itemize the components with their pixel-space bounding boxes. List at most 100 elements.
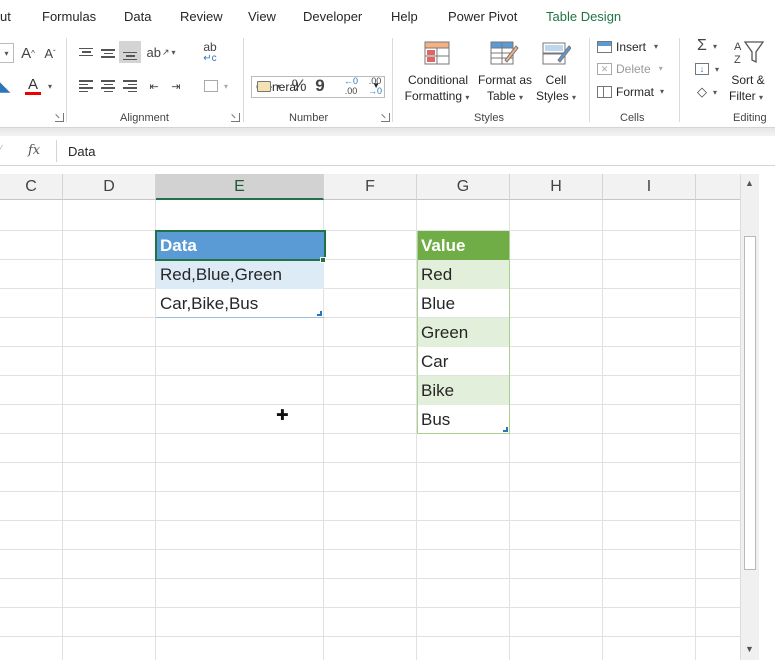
cells-group-label: Cells xyxy=(620,112,645,124)
worksheet-grid[interactable]: C D E F G H I Data Red,Blue,Green Car,Bi… xyxy=(0,174,740,660)
vertical-scrollbar[interactable]: ▲ ▼ xyxy=(740,174,759,660)
insert-function-icon[interactable]: fx xyxy=(28,143,40,158)
table2-border xyxy=(417,231,418,434)
top-align-icon[interactable] xyxy=(77,43,95,61)
shrink-font-icon[interactable]: Aˇ xyxy=(40,43,60,63)
insert-label: Insert xyxy=(616,39,647,54)
font-size-dropdown[interactable]: ▾ xyxy=(0,43,14,63)
tab-power-pivot[interactable]: Power Pivot xyxy=(448,9,517,24)
svg-text:Z: Z xyxy=(734,54,741,65)
gridline xyxy=(62,200,63,660)
tab-developer[interactable]: Developer xyxy=(303,9,362,24)
format-as-table-button[interactable]: Table ▾ xyxy=(480,88,530,106)
bottom-align-icon[interactable] xyxy=(119,41,141,63)
column-header-g[interactable]: G xyxy=(417,174,510,200)
increase-indent-icon[interactable]: ⇥ xyxy=(167,77,185,95)
active-cell-selection[interactable] xyxy=(155,230,326,261)
percent-style-icon[interactable]: % xyxy=(290,76,308,95)
conditional-formatting-button[interactable]: Formatting ▾ xyxy=(400,88,474,106)
gridline xyxy=(0,317,740,318)
column-header-j[interactable] xyxy=(696,174,740,200)
column-header-f[interactable]: F xyxy=(324,174,417,200)
tab-formulas[interactable]: Formulas xyxy=(42,9,96,24)
cell-styles-icon[interactable] xyxy=(540,39,572,67)
format-as-table-icon[interactable] xyxy=(487,39,521,67)
format-cells-button[interactable]: Format ▾ xyxy=(597,83,669,100)
scroll-up-icon[interactable]: ▲ xyxy=(745,178,754,188)
table1-row-cell[interactable]: Car,Bike,Bus xyxy=(156,289,324,318)
grow-font-icon[interactable]: A ^ xyxy=(18,43,38,63)
font-color-dropdown[interactable]: ▾ xyxy=(45,79,55,93)
name-box-chevron-icon[interactable]: ⁄ xyxy=(0,144,2,155)
format-as-table-label-2: Table xyxy=(486,89,516,103)
autosum-icon[interactable]: Σ ▾ xyxy=(689,37,725,55)
decrease-indent-icon[interactable]: ⇤ xyxy=(145,77,163,95)
wrap-text-icon[interactable]: ab ↵c xyxy=(199,41,221,65)
orientation-icon[interactable]: ab ↗ ▾ xyxy=(146,43,176,61)
tab-layout[interactable]: ut xyxy=(0,9,11,24)
sort-filter-label-2: Filter xyxy=(729,89,756,103)
tab-review[interactable]: Review xyxy=(180,9,223,24)
insert-cells-button[interactable]: Insert ▾ xyxy=(597,38,669,55)
column-header-d[interactable]: D xyxy=(63,174,156,200)
table2-row-cell[interactable]: Bike xyxy=(417,376,510,405)
align-left-icon[interactable] xyxy=(77,77,95,95)
gridline xyxy=(0,375,740,376)
number-dialog-launcher[interactable] xyxy=(381,113,390,122)
formula-bar-gap xyxy=(0,166,775,174)
decrease-decimal-icon[interactable]: .00 →0 xyxy=(364,75,386,97)
alignment-dialog-launcher[interactable] xyxy=(231,113,240,122)
increase-decimal-icon[interactable]: ←0.00 xyxy=(340,75,362,97)
table1-row-cell[interactable]: Red,Blue,Green xyxy=(156,260,324,289)
cell-styles-label-2: Styles xyxy=(535,89,569,103)
conditional-formatting-icon[interactable] xyxy=(421,39,453,67)
tab-help[interactable]: Help xyxy=(391,9,418,24)
fill-icon[interactable]: ↓ ▾ xyxy=(689,60,725,78)
font-color-icon[interactable]: A xyxy=(22,75,44,97)
tab-table-design[interactable]: Table Design xyxy=(546,9,621,24)
svg-text:A: A xyxy=(734,41,742,53)
table2-row-cell[interactable]: Red xyxy=(417,260,510,289)
font-dialog-launcher[interactable] xyxy=(55,113,64,122)
table2-header-cell[interactable]: Value xyxy=(417,231,510,260)
gridline xyxy=(0,491,740,492)
tab-view[interactable]: View xyxy=(248,9,276,24)
fill-handle[interactable] xyxy=(320,257,326,263)
sort-filter-label-1[interactable]: Sort & xyxy=(726,72,770,88)
format-cells-icon xyxy=(597,85,612,98)
cell-styles-button[interactable]: Styles ▾ xyxy=(533,88,579,106)
table2-row-cell[interactable]: Blue xyxy=(417,289,510,318)
align-center-icon[interactable] xyxy=(99,77,117,95)
column-header-e[interactable]: E xyxy=(156,174,324,200)
table2-row-cell[interactable]: Car xyxy=(417,347,510,376)
conditional-formatting-label-1[interactable]: Conditional xyxy=(404,72,472,88)
gridline xyxy=(0,636,740,637)
merge-center-icon[interactable]: ▾ xyxy=(198,77,234,95)
scrollbar-thumb[interactable] xyxy=(744,236,756,570)
gridline xyxy=(0,520,740,521)
scroll-down-icon[interactable]: ▼ xyxy=(745,644,754,654)
column-header-i[interactable]: I xyxy=(603,174,696,200)
cell-styles-label-1[interactable]: Cell xyxy=(538,72,574,88)
table2-row-cell[interactable]: Bus xyxy=(417,405,510,434)
table1-resize-handle[interactable] xyxy=(317,311,322,316)
table2-row-cell[interactable]: Green xyxy=(417,318,510,347)
accounting-format-icon[interactable]: ▾ xyxy=(252,77,286,95)
column-header-h[interactable]: H xyxy=(510,174,603,200)
sort-filter-icon[interactable]: A Z xyxy=(732,38,766,66)
fill-color-icon[interactable]: ◣ xyxy=(0,76,10,96)
middle-align-icon[interactable] xyxy=(99,43,117,61)
table2-border xyxy=(509,231,510,434)
align-right-icon[interactable] xyxy=(121,77,139,95)
delete-label: Delete xyxy=(616,61,651,76)
comma-style-icon[interactable]: 9 xyxy=(312,76,328,95)
tab-data[interactable]: Data xyxy=(124,9,151,24)
gridline xyxy=(0,433,740,434)
column-header-c[interactable]: C xyxy=(0,174,63,200)
delete-cells-button[interactable]: ✕ Delete ▾ xyxy=(597,60,669,77)
clear-icon[interactable]: ◇ ▾ xyxy=(689,83,725,101)
format-as-table-label-1[interactable]: Format as xyxy=(476,72,534,88)
formula-input[interactable]: Data xyxy=(68,144,95,159)
table2-resize-handle[interactable] xyxy=(503,427,508,432)
sort-filter-button[interactable]: Filter ▾ xyxy=(726,88,775,106)
